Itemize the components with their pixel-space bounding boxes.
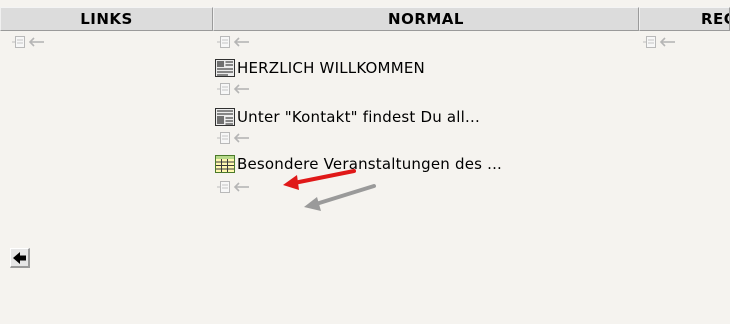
back-button[interactable] [10,248,30,268]
text-with-image-icon [215,108,235,126]
column-header-links: LINKS [0,7,213,31]
new-record-arrow-icon [12,36,44,48]
content-element-label: Besondere Veranstaltungen des ... [237,155,503,173]
new-record-arrow-icon [643,36,675,48]
new-record-arrow-icon [217,83,249,95]
insert-record-rechts-button[interactable] [643,36,677,48]
table-icon [215,155,235,173]
insert-record-after-welcome-button[interactable] [217,83,251,95]
content-element-label: HERZLICH WILLKOMMEN [237,59,425,77]
column-header-normal: NORMAL [213,7,639,31]
insert-record-after-contact-button[interactable] [217,132,251,144]
insert-record-links-button[interactable] [12,36,46,48]
column-header-rechts: REC [639,7,730,31]
insert-record-after-events-button[interactable] [217,181,251,193]
insert-record-normal-top-button[interactable] [217,36,251,48]
text-with-image-icon [215,59,235,77]
content-element-welcome[interactable]: HERZLICH WILLKOMMEN [214,57,425,79]
content-element-contact-info[interactable]: Unter "Kontakt" findest Du all... [214,106,480,128]
content-element-label: Unter "Kontakt" findest Du all... [237,108,480,126]
content-element-events-table[interactable]: Besondere Veranstaltungen des ... [214,153,502,175]
new-record-arrow-icon [217,132,249,144]
new-record-arrow-icon [217,181,249,193]
back-arrow-icon [13,252,26,264]
new-record-arrow-icon [217,36,249,48]
gray-annotation-arrow [304,184,376,211]
